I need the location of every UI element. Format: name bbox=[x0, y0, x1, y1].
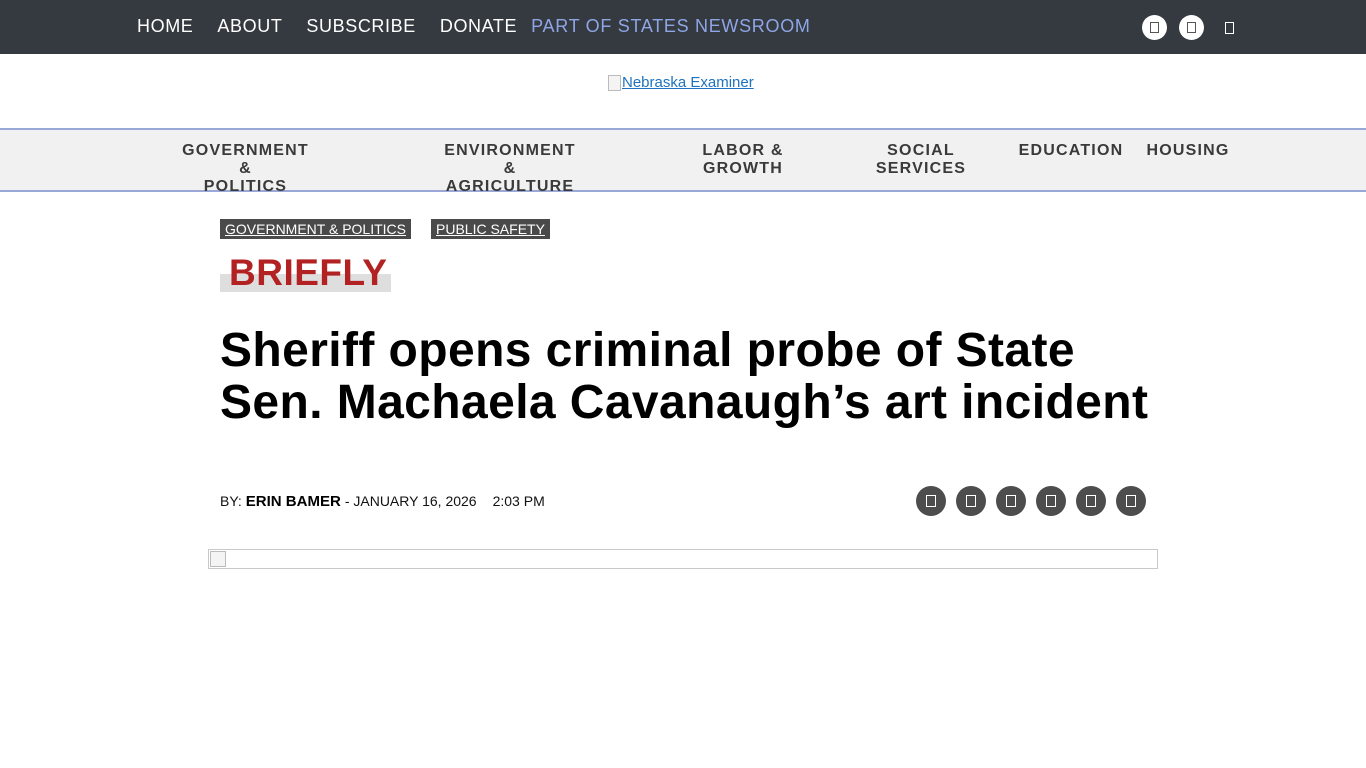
social-icon[interactable] bbox=[1179, 15, 1204, 40]
social-icon[interactable] bbox=[1142, 15, 1167, 40]
share-icon[interactable] bbox=[1116, 486, 1146, 516]
tag-government-politics[interactable]: GOVERNMENT & POLITICS bbox=[220, 219, 411, 239]
kicker: BRIEFLY bbox=[220, 254, 391, 292]
category-government-politics[interactable]: GOVERNMENT & POLITICS bbox=[174, 142, 317, 196]
nav-home-link[interactable]: HOME bbox=[137, 15, 193, 37]
logo-alt-text: Nebraska Examiner bbox=[622, 74, 754, 91]
category-social-services[interactable]: SOCIAL SERVICES bbox=[874, 142, 968, 178]
share-icon[interactable] bbox=[916, 486, 946, 516]
share-icon[interactable] bbox=[996, 486, 1026, 516]
category-label: HOUSING bbox=[1146, 142, 1230, 159]
category-nav: GOVERNMENT & POLITICS ENVIRONMENT & AGRI… bbox=[0, 128, 1366, 195]
broken-image-icon bbox=[210, 551, 226, 567]
category-label: AGRICULTURE bbox=[445, 178, 575, 195]
category-label: EDUCATION bbox=[1018, 142, 1124, 159]
top-bar: HOME ABOUT SUBSCRIBE DONATE PART OF STAT… bbox=[0, 0, 1366, 54]
author-link[interactable]: ERIN BAMER bbox=[246, 493, 341, 510]
share-icon[interactable] bbox=[1076, 486, 1106, 516]
category-label: LABOR & bbox=[702, 142, 784, 159]
hero-image bbox=[208, 549, 1158, 569]
share-icon[interactable] bbox=[1036, 486, 1066, 516]
top-nav: HOME ABOUT SUBSCRIBE DONATE PART OF STAT… bbox=[137, 15, 811, 37]
top-social-links bbox=[1142, 15, 1241, 40]
tag-public-safety[interactable]: PUBLIC SAFETY bbox=[431, 219, 550, 239]
site-logo[interactable]: Nebraska Examiner bbox=[608, 74, 754, 91]
article-headline: Sheriff opens criminal probe of State Se… bbox=[220, 324, 1149, 429]
nav-about-link[interactable]: ABOUT bbox=[217, 15, 282, 37]
category-label: POLITICS bbox=[203, 178, 288, 195]
share-icon[interactable] bbox=[956, 486, 986, 516]
publish-time: 2:03 PM bbox=[492, 493, 545, 509]
social-icon[interactable] bbox=[1216, 15, 1241, 40]
category-label: SERVICES bbox=[875, 160, 967, 177]
category-housing[interactable]: HOUSING bbox=[1146, 142, 1230, 160]
category-label: GROWTH bbox=[702, 160, 784, 177]
category-education[interactable]: EDUCATION bbox=[1018, 142, 1124, 160]
share-buttons bbox=[916, 486, 1156, 516]
byline-prefix: BY: bbox=[220, 493, 242, 509]
category-label: ENVIRONMENT & bbox=[444, 142, 576, 177]
category-label: GOVERNMENT & bbox=[182, 142, 309, 177]
nav-donate-link[interactable]: DONATE bbox=[440, 15, 517, 37]
nav-subscribe-link[interactable]: SUBSCRIBE bbox=[306, 15, 415, 37]
publish-date: - JANUARY 16, 2026 bbox=[344, 493, 477, 509]
broken-image-icon bbox=[608, 74, 621, 91]
states-newsroom-link[interactable]: PART OF STATES NEWSROOM bbox=[531, 15, 810, 37]
kicker-label: BRIEFLY bbox=[229, 252, 388, 293]
category-labor-growth[interactable]: LABOR & GROWTH bbox=[700, 142, 786, 178]
byline: BY: ERIN BAMER - JANUARY 16, 2026 2:03 P… bbox=[220, 493, 545, 510]
category-label: SOCIAL bbox=[887, 142, 955, 159]
category-environment-agriculture[interactable]: ENVIRONMENT & AGRICULTURE bbox=[436, 142, 584, 196]
